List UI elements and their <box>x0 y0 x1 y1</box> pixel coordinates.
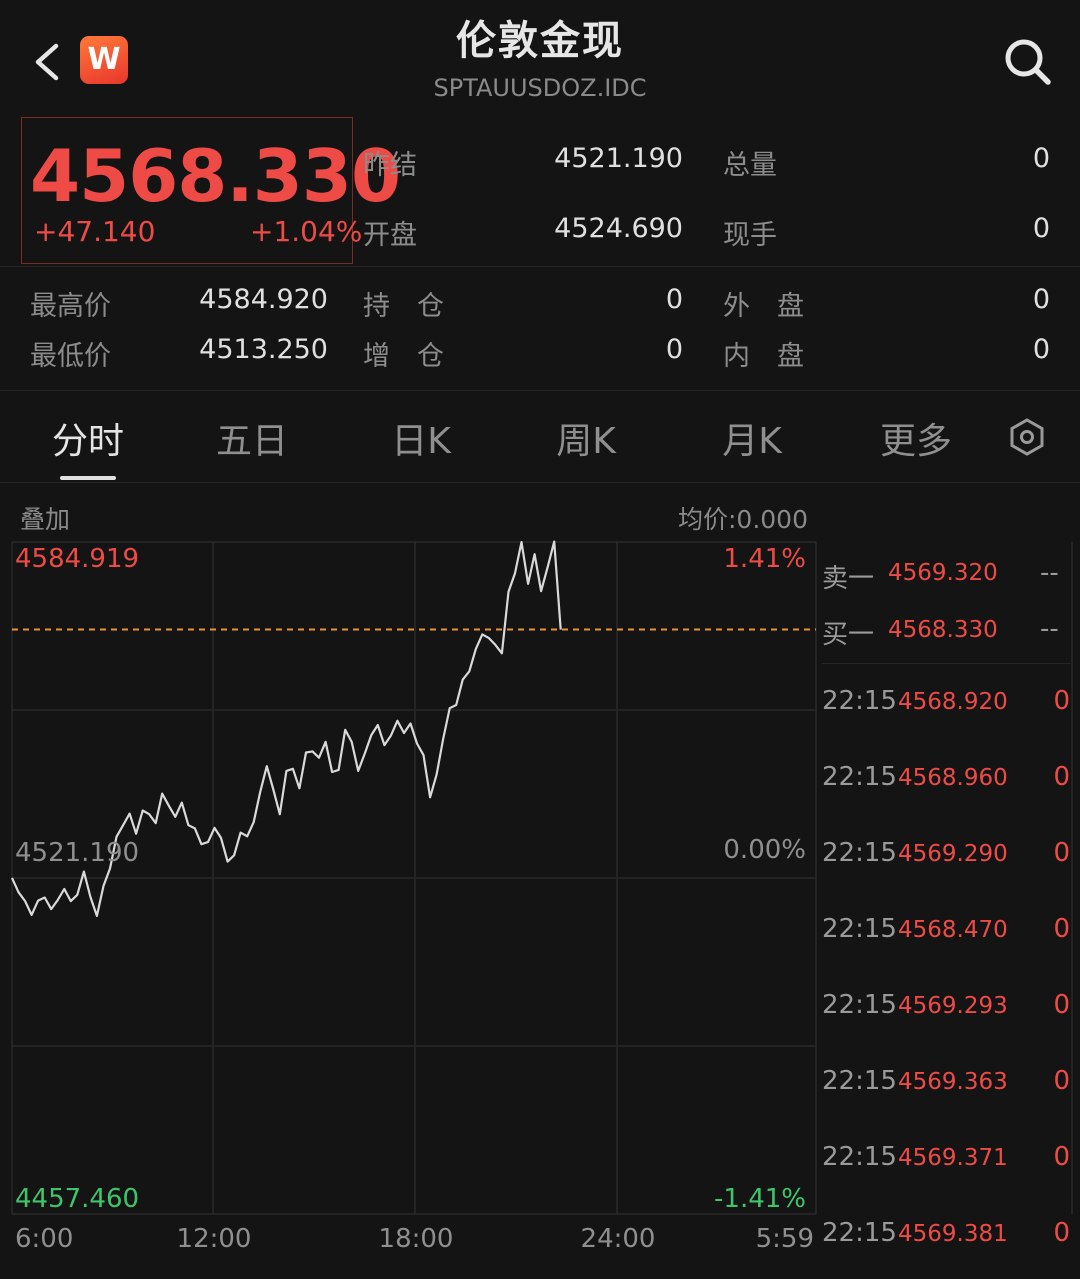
low-value: 4513.250 <box>199 334 328 365</box>
y-label-top: 4584.919 <box>15 544 139 574</box>
pct-label-mid: 0.00% <box>723 835 806 865</box>
y-label-bottom: 4457.460 <box>15 1184 139 1214</box>
active-tab-indicator <box>60 476 116 480</box>
open-value: 4524.690 <box>554 213 683 244</box>
bid-volume: -- <box>1040 614 1059 644</box>
x-axis-ticks: 6:00 12:00 18:00 24:00 5:59 <box>15 1224 814 1254</box>
open-label: 开盘 <box>363 220 417 251</box>
tick-volume: 0 <box>1053 686 1070 716</box>
bid-price: 4568.330 <box>888 617 998 643</box>
tick-time: 22:15 <box>822 686 897 716</box>
tick-price: 4568.960 <box>898 765 1008 791</box>
current-volume-value: 0 <box>1032 213 1050 244</box>
total-volume-label: 总量 <box>723 150 777 181</box>
divider <box>0 390 1080 391</box>
high-label: 最高价 <box>30 291 111 322</box>
tick-price: 4569.381 <box>898 1221 1008 1247</box>
tick-time: 22:15 <box>822 914 897 944</box>
x-tick: 24:00 <box>581 1224 656 1254</box>
tick-volume: 0 <box>1053 1142 1070 1172</box>
divider <box>0 482 1080 483</box>
search-icon[interactable] <box>1000 36 1054 86</box>
tab-daily-k[interactable]: 日K <box>366 412 476 464</box>
tick-price: 4569.290 <box>898 841 1008 867</box>
tick-time: 22:15 <box>822 1066 897 1096</box>
tab-five-day[interactable]: 五日 <box>197 412 307 464</box>
x-tick: 18:00 <box>379 1224 454 1254</box>
ask-volume: -- <box>1040 558 1059 588</box>
tick-price: 4568.470 <box>898 917 1008 943</box>
tab-intraday[interactable]: 分时 <box>33 412 143 464</box>
high-value: 4584.920 <box>199 284 328 315</box>
tick-volume: 0 <box>1053 1066 1070 1096</box>
open-interest-label: 持 仓 <box>363 291 444 322</box>
tick-volume: 0 <box>1053 914 1070 944</box>
tick-volume: 0 <box>1053 990 1070 1020</box>
settings-icon[interactable] <box>1006 416 1048 458</box>
pct-label-bottom: -1.41% <box>714 1184 806 1214</box>
tick-volume: 0 <box>1053 838 1070 868</box>
x-tick: 6:00 <box>15 1224 73 1254</box>
open-interest-value: 0 <box>665 284 683 315</box>
total-volume-value: 0 <box>1032 143 1050 174</box>
prev-settle-value: 4521.190 <box>554 143 683 174</box>
tick-time: 22:15 <box>822 1218 897 1248</box>
symbol-code: SPTAUUSDOZ.IDC <box>433 74 647 102</box>
inner-volume-label: 内 盘 <box>723 341 804 372</box>
inner-volume-value: 0 <box>1032 334 1050 365</box>
tab-more[interactable]: 更多 <box>861 412 971 464</box>
tick-volume: 0 <box>1053 1218 1070 1248</box>
tick-price: 4568.920 <box>898 689 1008 715</box>
tick-time: 22:15 <box>822 1142 897 1172</box>
tick-price: 4569.293 <box>898 993 1008 1019</box>
tick-price: 4569.371 <box>898 1145 1008 1171</box>
tab-weekly-k[interactable]: 周K <box>531 412 641 464</box>
y-label-mid: 4521.190 <box>15 838 139 868</box>
x-tick: 5:59 <box>756 1224 814 1254</box>
outer-volume-value: 0 <box>1032 284 1050 315</box>
tick-time: 22:15 <box>822 762 897 792</box>
ask-price: 4569.320 <box>888 560 998 586</box>
tab-monthly-k[interactable]: 月K <box>697 412 807 464</box>
prev-settle-label: 昨结 <box>363 150 417 181</box>
last-price: 4568.330 <box>30 134 401 218</box>
divider <box>822 663 1072 664</box>
bid-label: 买一 <box>822 620 875 650</box>
tick-time: 22:15 <box>822 838 897 868</box>
pct-label-top: 1.41% <box>723 544 806 574</box>
oi-change-value: 0 <box>665 334 683 365</box>
price-change-pct: +1.04% <box>250 215 363 248</box>
low-label: 最低价 <box>30 341 111 372</box>
page-title: 伦敦金现 <box>456 18 624 64</box>
oi-change-label: 增 仓 <box>363 341 444 372</box>
outer-volume-label: 外 盘 <box>723 291 804 322</box>
x-tick: 12:00 <box>177 1224 252 1254</box>
ask-label: 卖一 <box>822 564 875 594</box>
current-volume-label: 现手 <box>723 220 777 251</box>
tick-time: 22:15 <box>822 990 897 1020</box>
tick-price: 4569.363 <box>898 1069 1008 1095</box>
divider <box>0 266 1080 267</box>
price-change: +47.140 <box>34 215 156 248</box>
tick-volume: 0 <box>1053 762 1070 792</box>
